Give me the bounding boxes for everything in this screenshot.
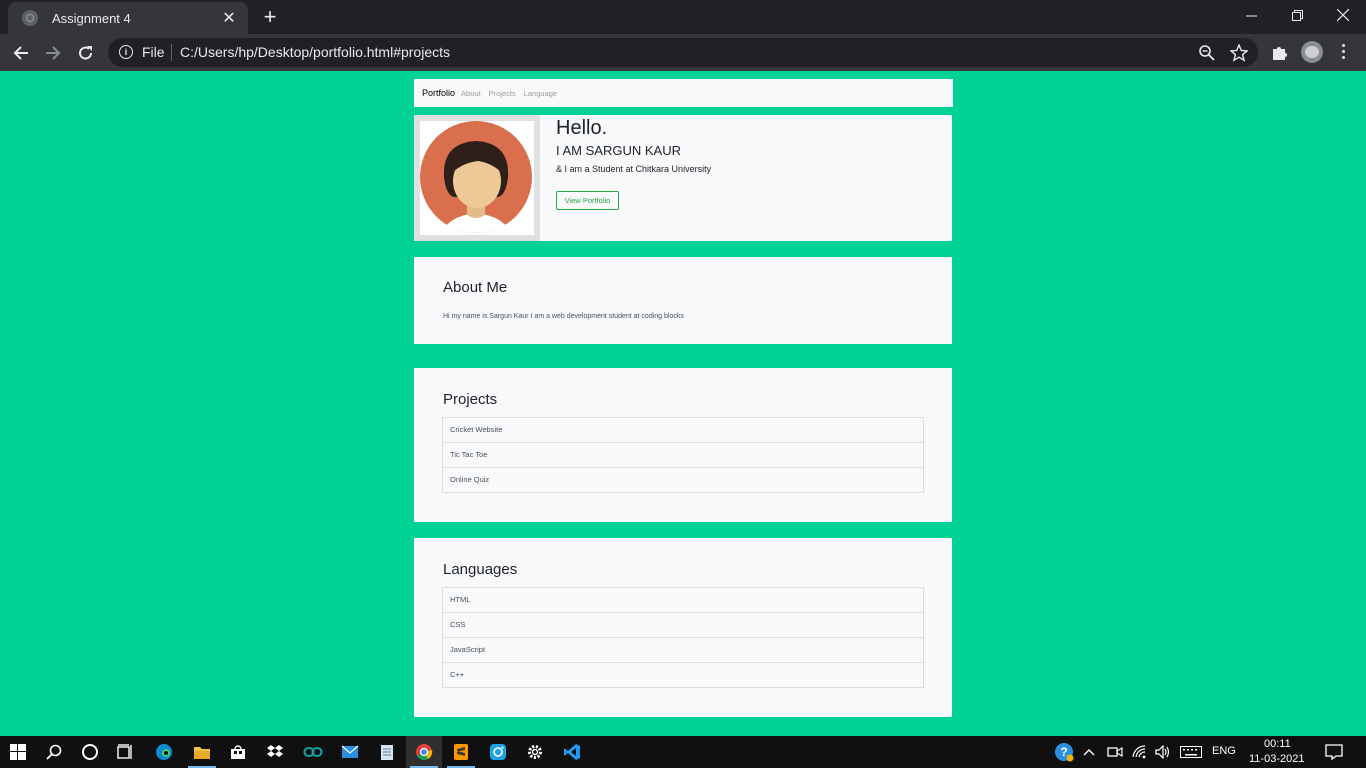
avatar <box>420 121 534 235</box>
hero-section: Hello. I AM SARGUN KAUR & I am a Student… <box>414 115 952 241</box>
clock-date[interactable]: 11-03-2021 <box>1249 753 1304 765</box>
projects-section: Projects Cricket Website Tic Tac Toe Onl… <box>414 368 952 522</box>
star-icon[interactable] <box>1230 44 1248 62</box>
arduino-icon[interactable] <box>295 736 331 768</box>
url-text[interactable]: C:/Users/hp/Desktop/portfolio.html#proje… <box>180 44 450 60</box>
forward-button[interactable] <box>40 40 66 66</box>
chrome-icon[interactable] <box>406 736 442 768</box>
globe-icon <box>22 10 38 26</box>
nav-link-projects[interactable]: Projects <box>489 89 516 98</box>
volume-icon[interactable] <box>1150 736 1176 768</box>
store-icon[interactable] <box>220 736 256 768</box>
languages-section: Languages HTML CSS JavaScript C++ <box>414 538 952 717</box>
arrow-right-icon <box>46 46 61 60</box>
cortana-icon[interactable] <box>72 736 108 768</box>
list-item: C++ <box>450 670 465 679</box>
menu-icon[interactable] <box>1342 44 1346 62</box>
browser-tab[interactable]: Assignment 4 ✕ <box>8 2 248 34</box>
tab-close-button[interactable]: ✕ <box>220 8 238 28</box>
keyboard-icon[interactable] <box>1176 736 1206 768</box>
notepad-icon[interactable] <box>369 736 405 768</box>
new-tab-button[interactable]: + <box>258 5 282 29</box>
about-text: Hi my name is Sargun Kaur I am a web dev… <box>443 313 684 320</box>
dropbox-icon[interactable] <box>257 736 293 768</box>
avatar-illustration <box>420 121 532 233</box>
address-divider <box>171 44 172 61</box>
list-item: Tic Tac Toe <box>443 443 923 468</box>
task-view-icon[interactable] <box>108 736 144 768</box>
hero-name: I AM SARGUN KAUR <box>556 143 681 158</box>
projects-list: Cricket Website Tic Tac Toe Online Quiz <box>442 417 924 493</box>
close-window-button[interactable] <box>1320 0 1366 30</box>
hero-title: Hello. <box>556 117 608 139</box>
minimize-button[interactable] <box>1228 0 1274 30</box>
site-navbar: Portfolio About Projects Language <box>414 79 953 107</box>
list-item: CSS <box>443 613 923 638</box>
svg-text:?: ? <box>1060 745 1067 759</box>
address-bar[interactable]: i File C:/Users/hp/Desktop/portfolio.htm… <box>108 38 1258 67</box>
restore-icon <box>1291 9 1303 21</box>
instagram-icon[interactable] <box>480 736 516 768</box>
windows-start-icon[interactable] <box>0 736 36 768</box>
input-language[interactable]: ENG <box>1212 745 1236 757</box>
about-heading: About Me <box>443 279 508 296</box>
clock-time[interactable]: 00:11 <box>1264 738 1291 750</box>
list-item: Cricket Website <box>443 418 923 443</box>
list-item: HTML <box>443 588 923 613</box>
about-section: About Me Hi my name is Sargun Kaur I am … <box>414 257 952 344</box>
close-icon <box>1337 9 1349 21</box>
mail-icon[interactable] <box>332 736 368 768</box>
edge-icon[interactable] <box>146 736 182 768</box>
windows-taskbar: ? ENG 00:11 11-03-2021 <box>0 736 1366 768</box>
minimize-icon <box>1245 15 1257 16</box>
vscode-icon[interactable] <box>554 736 590 768</box>
languages-heading: Languages <box>443 561 518 578</box>
languages-list: HTML CSS JavaScript C++ <box>442 587 924 688</box>
tab-title: Assignment 4 <box>52 10 131 26</box>
settings-icon[interactable] <box>517 736 553 768</box>
reload-icon <box>79 46 93 60</box>
back-button[interactable] <box>8 40 34 66</box>
restore-button[interactable] <box>1274 0 1320 30</box>
search-icon[interactable] <box>36 736 72 768</box>
info-icon[interactable]: i <box>119 45 133 59</box>
avatar-frame <box>414 115 540 241</box>
list-item: Online Quiz <box>450 475 490 484</box>
projects-heading: Projects <box>443 391 498 408</box>
list-item: JavaScript <box>443 638 923 663</box>
profile-avatar[interactable] <box>1301 41 1323 63</box>
meet-now-icon[interactable] <box>1102 736 1128 768</box>
page-viewport: Portfolio About Projects Language Hello.… <box>0 71 1366 736</box>
zoom-icon[interactable] <box>1198 44 1216 62</box>
reload-button[interactable] <box>73 40 99 66</box>
nav-link-about[interactable]: About <box>461 89 481 98</box>
nav-link-language[interactable]: Language <box>524 89 557 98</box>
notification-icon[interactable] <box>1316 736 1352 768</box>
hero-subtitle: & I am a Student at Chitkara University <box>556 164 712 174</box>
sublime-icon[interactable] <box>443 736 479 768</box>
file-explorer-icon[interactable] <box>184 736 220 768</box>
url-scheme: File <box>142 44 165 60</box>
arrow-left-icon <box>13 46 28 60</box>
chevron-up-icon[interactable] <box>1074 736 1104 768</box>
browser-tabstrip: Assignment 4 ✕ + <box>0 0 1366 34</box>
browser-toolbar: i File C:/Users/hp/Desktop/portfolio.htm… <box>0 34 1366 71</box>
navbar-brand[interactable]: Portfolio <box>422 88 455 98</box>
view-portfolio-button[interactable]: View Portfolio <box>556 191 619 210</box>
extensions-icon[interactable] <box>1270 43 1288 61</box>
